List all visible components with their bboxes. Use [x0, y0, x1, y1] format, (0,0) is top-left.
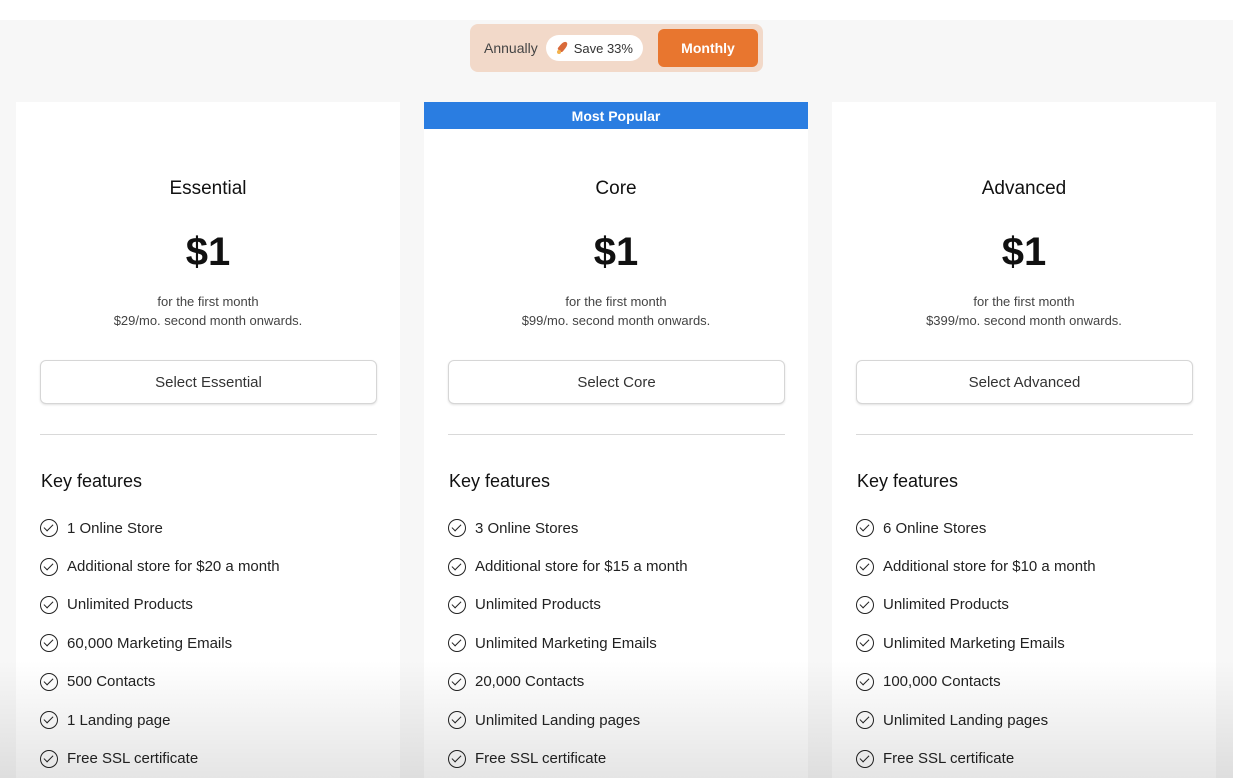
price-note: for the first month [157, 294, 259, 309]
feature-item: Additional store for $20 a month [40, 547, 380, 585]
feature-text: 60,000 Marketing Emails [67, 634, 233, 652]
feature-item: Unlimited Products [448, 586, 788, 624]
feature-text: Unlimited Marketing Emails [475, 634, 657, 652]
check-circle-icon [40, 711, 58, 730]
check-circle-icon [448, 711, 466, 730]
check-circle-icon [448, 519, 466, 538]
check-circle-icon [856, 672, 874, 691]
feature-text: Additional store for $15 a month [475, 558, 688, 576]
feature-text: Additional store for $20 a month [67, 558, 280, 576]
feature-list: 1 Online Store Additional store for $20 … [40, 509, 380, 778]
renewal-note: $99/mo. second month onwards. [521, 313, 711, 328]
feature-item: 6 Online Stores [856, 509, 1196, 547]
select-core-button[interactable]: Select Core [448, 360, 785, 404]
feature-item: Unlimited Products [856, 586, 1196, 624]
price-note: for the first month [565, 294, 667, 309]
feature-item: 500 Contacts [40, 663, 380, 701]
feature-item: 20,000 Contacts [448, 663, 788, 701]
check-circle-icon [856, 557, 874, 576]
key-features-title: Key features [41, 471, 143, 491]
divider [40, 434, 377, 435]
check-circle-icon [856, 595, 874, 614]
check-circle-icon [40, 634, 58, 653]
plan-price: $1 [185, 230, 231, 274]
feature-item: Unlimited Products [40, 586, 380, 624]
plan-price: $1 [1001, 230, 1047, 274]
plan-name: Essential [169, 178, 247, 199]
feature-item: Free SSL certificate [40, 739, 380, 777]
feature-text: Free SSL certificate [883, 750, 1015, 768]
feature-item: 3 Online Stores [448, 509, 788, 547]
check-circle-icon [856, 711, 874, 730]
feature-item: Free SSL certificate [448, 739, 788, 777]
plan-name: Advanced [981, 178, 1067, 199]
check-circle-icon [40, 749, 58, 768]
key-features-title: Key features [449, 471, 551, 491]
feature-item: 1 Online Store [40, 509, 380, 547]
feature-text: Unlimited Products [67, 596, 193, 614]
check-circle-icon [448, 749, 466, 768]
check-circle-icon [40, 595, 58, 614]
feature-text: 1 Online Store [67, 519, 163, 537]
monthly-option[interactable]: Monthly [658, 29, 758, 67]
rocket-icon [556, 41, 570, 55]
feature-text: Unlimited Products [883, 596, 1009, 614]
price-note: for the first month [973, 294, 1075, 309]
save-badge-text: Save 33% [573, 40, 633, 56]
feature-item: Additional store for $10 a month [856, 547, 1196, 585]
plan-card-core: Most Popular Core $1 for the first month… [424, 102, 808, 778]
check-circle-icon [448, 595, 466, 614]
feature-item: Additional store for $15 a month [448, 547, 788, 585]
feature-text: 3 Online Stores [475, 519, 579, 537]
feature-item: Free SSL certificate [856, 739, 1196, 777]
check-circle-icon [448, 557, 466, 576]
plan-card-advanced: Advanced $1 for the first month $399/mo.… [832, 102, 1216, 778]
annually-option[interactable]: Annually [484, 40, 538, 56]
feature-text: 6 Online Stores [883, 519, 987, 537]
feature-list: 3 Online Stores Additional store for $15… [448, 509, 788, 778]
check-circle-icon [856, 519, 874, 538]
billing-toggle: Annually Save 33% Monthly [470, 24, 763, 72]
feature-text: 500 Contacts [67, 673, 156, 691]
feature-text: 20,000 Contacts [475, 673, 585, 691]
feature-item: Unlimited Marketing Emails [448, 624, 788, 662]
feature-text: Unlimited Landing pages [475, 711, 641, 729]
select-advanced-button[interactable]: Select Advanced [856, 360, 1193, 404]
feature-text: Free SSL certificate [67, 750, 199, 768]
divider [856, 434, 1193, 435]
feature-text: Additional store for $10 a month [883, 558, 1096, 576]
feature-text: 100,000 Contacts [883, 673, 1001, 691]
select-essential-button[interactable]: Select Essential [40, 360, 377, 404]
plan-card-essential: Essential $1 for the first month $29/mo.… [16, 102, 400, 778]
feature-item: Unlimited Landing pages [856, 701, 1196, 739]
feature-item: 1 Landing page [40, 701, 380, 739]
check-circle-icon [40, 519, 58, 538]
most-popular-badge: Most Popular [424, 102, 808, 129]
key-features-title: Key features [857, 471, 959, 491]
feature-item: Unlimited Marketing Emails [856, 624, 1196, 662]
check-circle-icon [40, 672, 58, 691]
check-circle-icon [40, 557, 58, 576]
plan-name: Core [595, 178, 637, 199]
feature-text: Unlimited Products [475, 596, 601, 614]
renewal-note: $399/mo. second month onwards. [926, 313, 1122, 328]
feature-item: 100,000 Contacts [856, 663, 1196, 701]
feature-text: Unlimited Marketing Emails [883, 634, 1065, 652]
check-circle-icon [856, 749, 874, 768]
feature-text: 1 Landing page [67, 711, 171, 729]
plan-price: $1 [593, 230, 639, 274]
feature-text: Free SSL certificate [475, 750, 607, 768]
save-badge: Save 33% [545, 35, 643, 61]
check-circle-icon [448, 634, 466, 653]
renewal-note: $29/mo. second month onwards. [113, 313, 303, 328]
check-circle-icon [856, 634, 874, 653]
feature-item: 60,000 Marketing Emails [40, 624, 380, 662]
top-bar [0, 0, 1233, 20]
feature-text: Unlimited Landing pages [883, 711, 1049, 729]
divider [448, 434, 785, 435]
check-circle-icon [448, 672, 466, 691]
feature-item: Unlimited Landing pages [448, 701, 788, 739]
feature-list: 6 Online Stores Additional store for $10… [856, 509, 1196, 778]
